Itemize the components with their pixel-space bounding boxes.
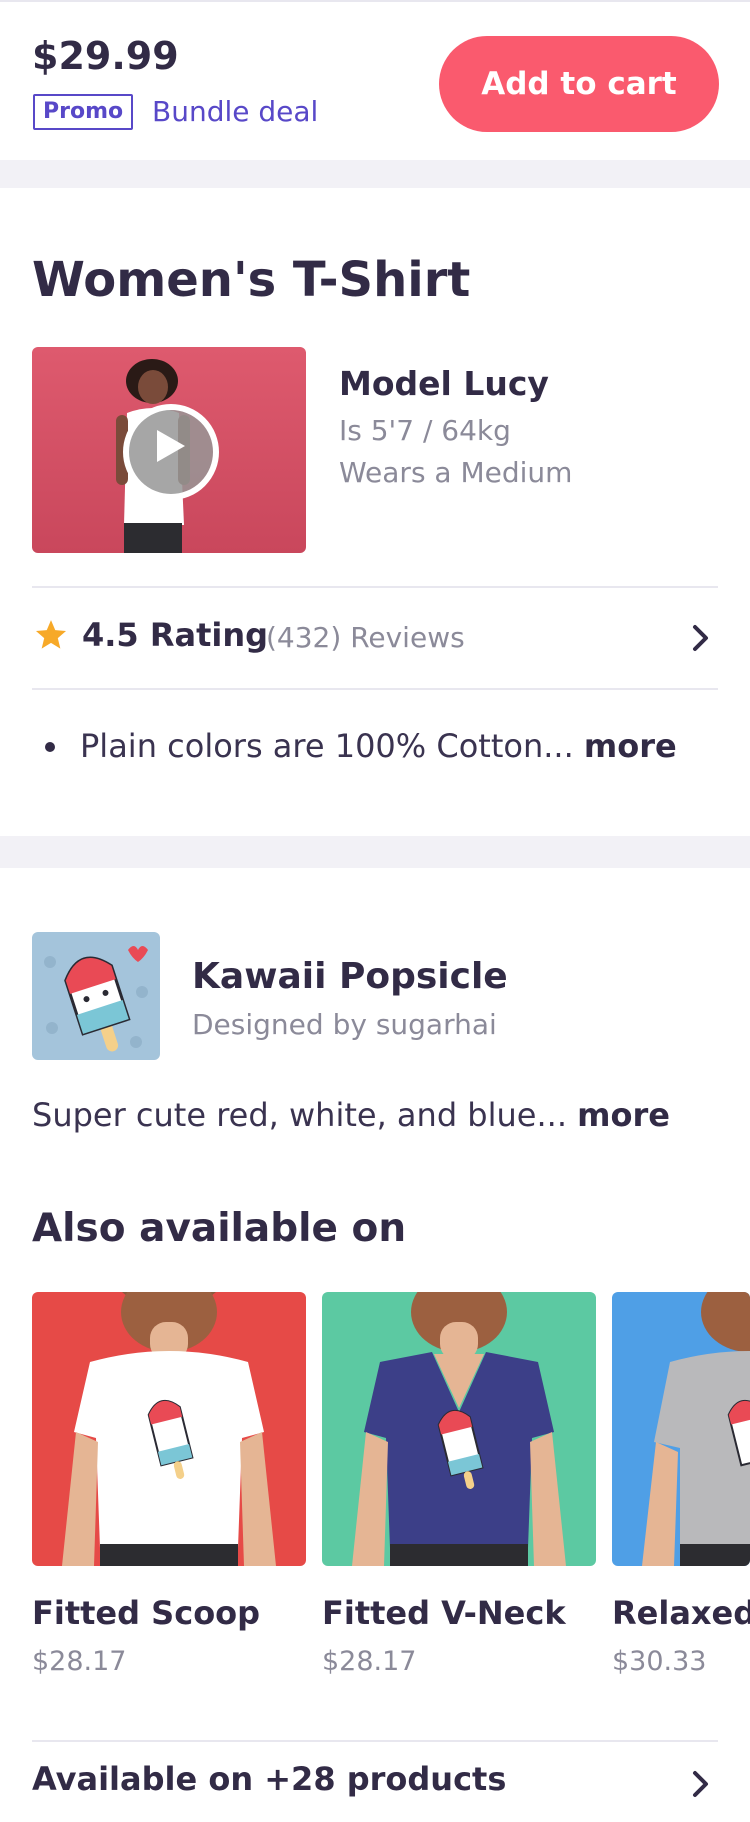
design-title: Kawaii Popsicle [192,956,508,997]
product-card-name: Relaxed [612,1594,750,1632]
product-title: Women's T-Shirt [32,252,471,308]
product-photo [322,1292,596,1566]
feature-text: Plain colors are 100% Cotton... [80,727,574,765]
bullet-marker [45,742,55,752]
product-photo [612,1292,750,1566]
bundle-deal-link[interactable]: Bundle deal [152,94,318,130]
product-card[interactable]: Fitted V-Neck $28.17 [322,1292,596,1677]
feature-bullet: Plain colors are 100% Cotton... more [80,727,677,765]
product-card-price: $28.17 [32,1646,127,1677]
reviews-count: (432) Reviews [266,621,465,654]
add-to-cart-button[interactable]: Add to cart [439,36,719,132]
play-icon [157,430,185,462]
divider [32,688,718,690]
description-text: Super cute red, white, and blue... [32,1096,567,1134]
product-card[interactable]: Relaxed $30.33 [612,1292,750,1677]
popsicle-artwork [44,946,148,1052]
star-icon [35,620,67,649]
design-thumbnail[interactable] [32,932,160,1060]
product-card-image [322,1292,596,1566]
model-height-weight: Is 5'7 / 64kg [339,414,511,447]
model-name: Model Lucy [339,364,549,403]
play-button[interactable] [123,404,219,500]
product-card[interactable]: Fitted Scoop $28.17 [32,1292,306,1677]
price: $29.99 [32,34,179,78]
designer-name[interactable]: Designed by sugarhai [192,1008,497,1041]
rating-value: 4.5 Rating [82,616,269,654]
model-size: Wears a Medium [339,456,573,489]
chevron-right-icon [693,625,708,651]
product-card-name: Fitted V-Neck [322,1594,566,1632]
product-card-image [32,1292,306,1566]
feature-more-link[interactable]: more [584,727,677,765]
also-available-heading: Also available on [32,1206,407,1251]
product-photo [32,1292,306,1566]
model-video-thumbnail[interactable] [32,347,306,553]
section-gap [0,160,750,188]
product-card-price: $28.17 [322,1646,417,1677]
promo-badge: Promo [33,94,134,130]
product-card-price: $30.33 [612,1646,707,1677]
section-gap [0,836,750,868]
description-more-link[interactable]: more [577,1096,670,1134]
rating-row[interactable]: 4.5 Rating (432) Reviews [32,588,718,688]
design-description: Super cute red, white, and blue... more [32,1096,670,1134]
product-card-name: Fitted Scoop [32,1594,261,1632]
chevron-right-icon [693,1771,708,1797]
more-products-label: Available on +28 products [32,1760,507,1798]
purchase-bar: $29.99 Promo Bundle deal Add to cart [0,0,750,162]
more-products-row[interactable]: Available on +28 products [32,1742,718,1822]
product-card-image [612,1292,750,1566]
